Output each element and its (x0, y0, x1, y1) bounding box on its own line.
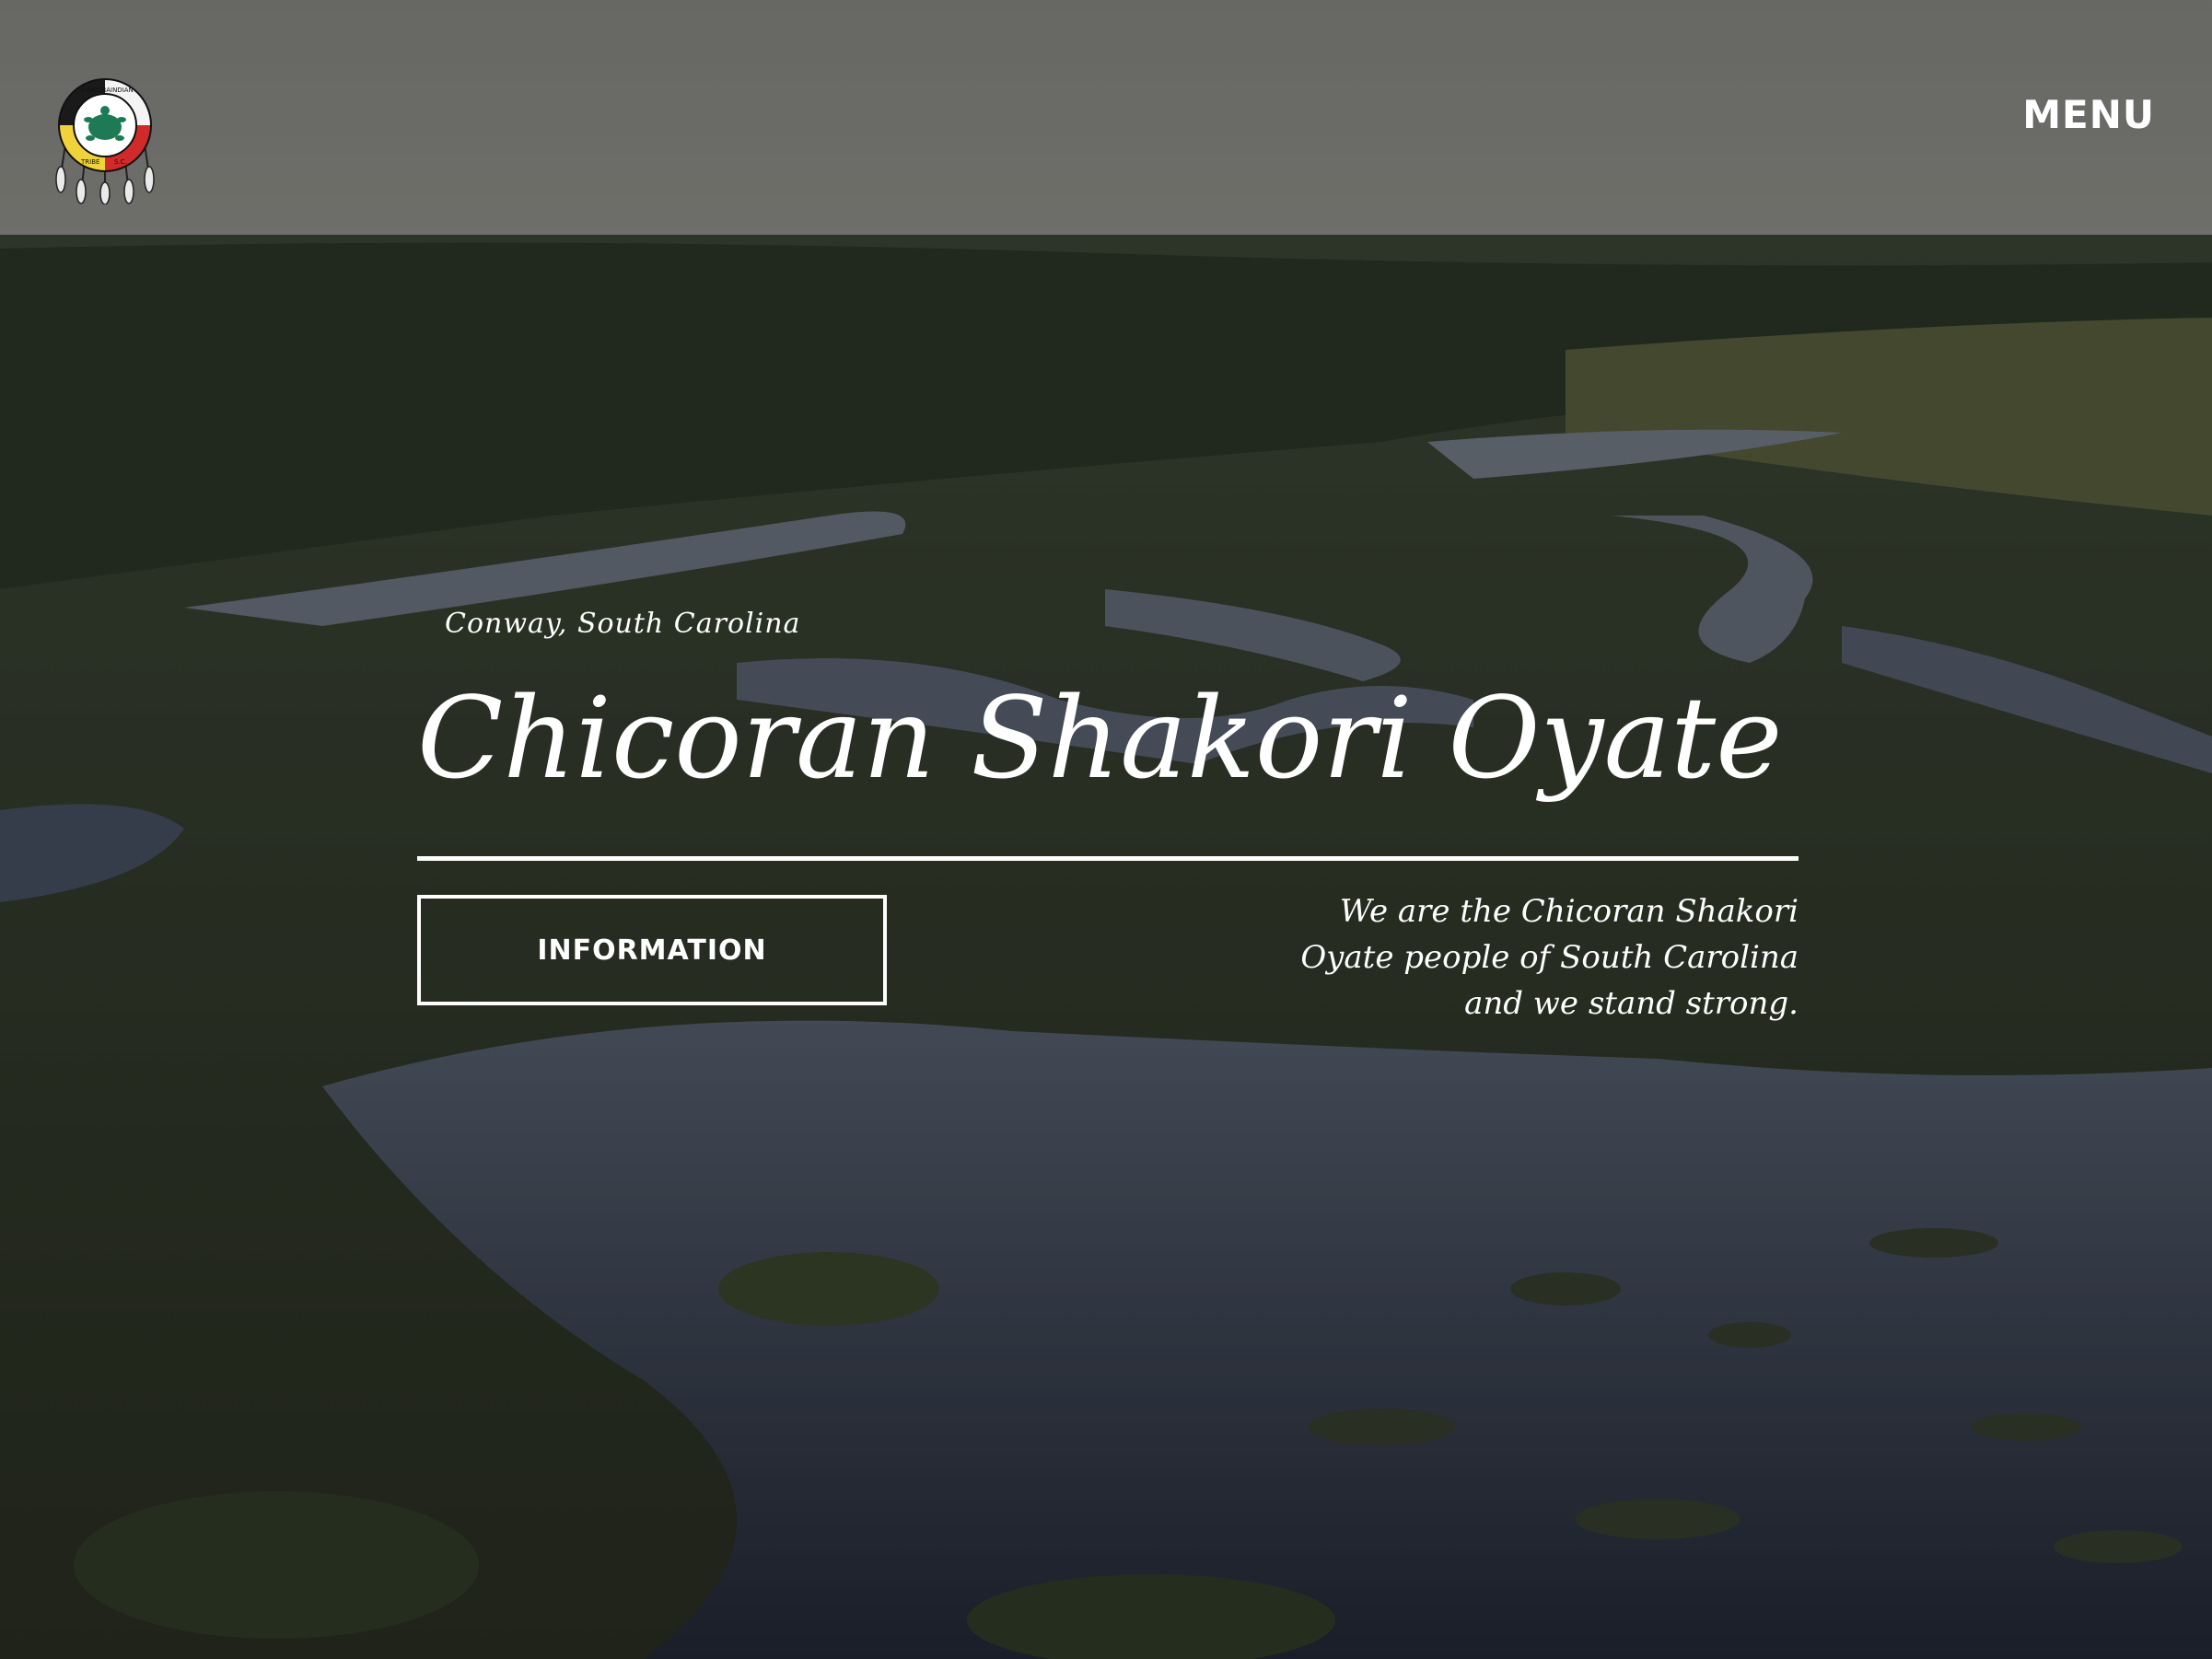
svg-text:TRIBE: TRIBE (80, 158, 99, 166)
hero-section (0, 0, 2212, 1659)
menu-button[interactable]: MENU (2022, 92, 2155, 137)
hero-overlay (0, 0, 2212, 1659)
svg-text:CHICORA: CHICORA (81, 87, 111, 94)
tribe-seal-logo[interactable]: CHICORA INDIAN TRIBE S.C. (53, 74, 157, 205)
tagline: We are the Chicoran Shakori Oyate people… (1283, 888, 1799, 1027)
tagline-line: and we stand strong. (1464, 985, 1799, 1022)
svg-text:S.C.: S.C. (114, 158, 127, 166)
location-label: Conway, South Carolina (445, 608, 801, 640)
hero-content: Conway, South Carolina Chicoran Shakori … (417, 608, 1799, 1022)
tagline-line: Oyate people of South Carolina (1300, 939, 1799, 976)
information-button[interactable]: INFORMATION (417, 895, 887, 1005)
page-title: Chicoran Shakori Oyate (417, 673, 1783, 804)
chicora-indian-tribe-seal-icon: CHICORA INDIAN TRIBE S.C. (55, 78, 155, 205)
tagline-line: We are the Chicoran Shakori (1339, 893, 1799, 930)
title-divider (417, 856, 1799, 861)
svg-text:INDIAN: INDIAN (111, 87, 134, 94)
